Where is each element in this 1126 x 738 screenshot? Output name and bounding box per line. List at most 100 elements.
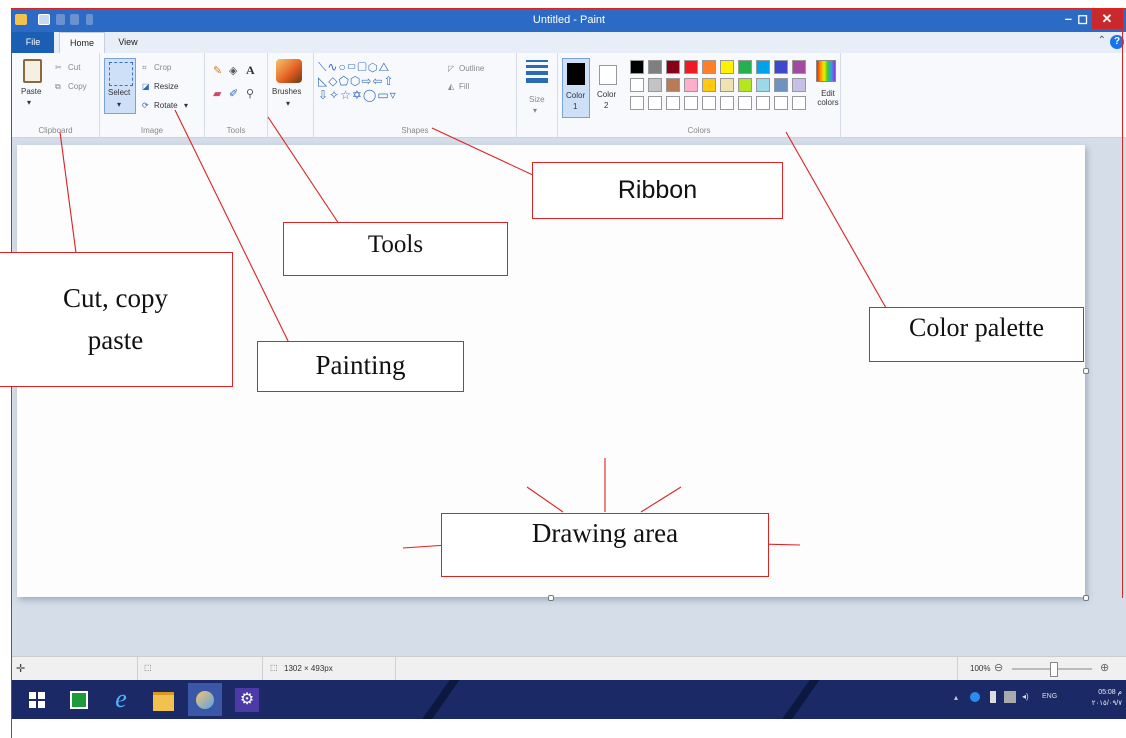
brushes-icon[interactable] <box>276 59 302 83</box>
file-explorer-icon[interactable] <box>146 683 180 716</box>
color-picker-icon[interactable]: ✐ <box>229 87 238 100</box>
palette-swatch[interactable] <box>684 60 698 74</box>
outline-button[interactable]: Outline <box>459 64 484 73</box>
crop-button[interactable]: Crop <box>154 63 171 72</box>
palette-swatch[interactable] <box>756 60 770 74</box>
rotate-dropdown-icon[interactable]: ▾ <box>184 101 188 110</box>
start-button[interactable] <box>20 683 54 716</box>
canvas-size-icon: ⬚ <box>270 663 278 672</box>
color2-button[interactable]: Color 2 <box>594 58 622 118</box>
rotate-button[interactable]: Rotate <box>154 101 178 110</box>
paste-dropdown-icon[interactable]: ▾ <box>27 98 31 107</box>
window-title: Untitled - Paint <box>532 14 606 26</box>
size-dropdown-icon[interactable]: ▾ <box>533 106 537 115</box>
palette-swatch[interactable] <box>720 60 734 74</box>
bluetooth-icon[interactable] <box>970 692 980 702</box>
cut-button[interactable]: Cut <box>68 63 80 72</box>
palette-swatch[interactable] <box>774 60 788 74</box>
canvas-resize-handle-right[interactable] <box>1083 368 1089 374</box>
paste-button[interactable]: Paste <box>21 87 41 96</box>
shapes-gallery[interactable]: ⟍∿○▭▢⬡△ ◺◇⬠⬡⇨⇦⇧ ⇩✧☆✡◯▭▿ <box>318 60 442 102</box>
size-button[interactable]: Size <box>529 95 545 104</box>
palette-swatch[interactable] <box>630 60 644 74</box>
minimize-button[interactable]: – <box>1065 11 1072 26</box>
edit-colors-icon[interactable] <box>816 60 836 82</box>
title-bar[interactable]: Untitled - Paint – ◻ ✕ <box>12 9 1126 32</box>
paste-icon[interactable] <box>23 59 42 83</box>
palette-swatch[interactable] <box>648 60 662 74</box>
resize-button[interactable]: Resize <box>154 82 178 91</box>
cursor-position-icon: ✛ <box>16 663 26 675</box>
pencil-icon[interactable]: ✎ <box>213 64 222 77</box>
tab-file[interactable]: File <box>12 32 54 53</box>
annotation-painting: Painting <box>257 341 464 392</box>
status-bar: ✛ ⬚ ⬚ 1302 × 493px 100% ⊖ ⊕ <box>12 656 1126 681</box>
color1-button[interactable]: Color 1 <box>562 58 590 118</box>
palette-swatch[interactable] <box>756 96 770 110</box>
palette-swatch[interactable] <box>630 78 644 92</box>
copy-button[interactable]: Copy <box>68 82 87 91</box>
zoom-in-icon[interactable]: ⊕ <box>1100 661 1109 674</box>
eraser-icon[interactable]: ▰ <box>213 87 221 100</box>
annotation-drawing-area: Drawing area <box>441 513 769 577</box>
select-button[interactable]: Select ▾ <box>104 58 136 114</box>
text-tool-icon[interactable]: A <box>246 63 255 78</box>
canvas-resize-handle-bottom[interactable] <box>548 595 554 601</box>
tab-view[interactable]: View <box>108 32 148 53</box>
palette-swatch[interactable] <box>738 96 752 110</box>
color-palette <box>630 60 810 114</box>
palette-swatch[interactable] <box>792 96 806 110</box>
settings-icon[interactable]: ⚙ <box>230 683 264 716</box>
palette-swatch[interactable] <box>702 60 716 74</box>
palette-swatch[interactable] <box>720 78 734 92</box>
zoom-out-icon[interactable]: ⊖ <box>994 661 1003 674</box>
brushes-button[interactable]: Brushes <box>272 87 301 96</box>
scissors-icon: ✂ <box>55 63 62 72</box>
palette-swatch[interactable] <box>756 78 770 92</box>
paint-taskbar-icon[interactable] <box>188 683 222 716</box>
palette-swatch[interactable] <box>630 96 644 110</box>
close-button[interactable]: ✕ <box>1092 9 1122 29</box>
palette-swatch[interactable] <box>738 78 752 92</box>
select-dropdown-icon: ▾ <box>117 100 122 109</box>
palette-swatch[interactable] <box>720 96 734 110</box>
battery-icon[interactable] <box>990 691 996 703</box>
palette-swatch[interactable] <box>774 96 788 110</box>
palette-swatch[interactable] <box>666 96 680 110</box>
image-group-label: Image <box>140 126 164 135</box>
palette-swatch[interactable] <box>684 78 698 92</box>
palette-swatch[interactable] <box>792 60 806 74</box>
volume-icon[interactable]: ◂) <box>1022 692 1029 701</box>
palette-swatch[interactable] <box>738 60 752 74</box>
canvas-resize-handle-corner[interactable] <box>1083 595 1089 601</box>
tab-home[interactable]: Home <box>59 32 105 54</box>
fill-bucket-icon[interactable]: ◈ <box>229 64 237 77</box>
palette-swatch[interactable] <box>648 96 662 110</box>
palette-swatch[interactable] <box>684 96 698 110</box>
collapse-ribbon-icon[interactable]: ⌃ <box>1098 35 1106 46</box>
clipboard-group: Paste ▾ ✂ Cut ⧉ Copy Clipboard <box>12 53 100 137</box>
ribbon: Paste ▾ ✂ Cut ⧉ Copy Clipboard Select ▾ … <box>12 53 1126 138</box>
palette-swatch[interactable] <box>648 78 662 92</box>
language-indicator[interactable]: ENG <box>1042 693 1057 700</box>
palette-swatch[interactable] <box>666 60 680 74</box>
zoom-slider-thumb[interactable] <box>1050 662 1058 677</box>
palette-swatch[interactable] <box>702 96 716 110</box>
size-icon[interactable] <box>526 60 548 83</box>
edit-colors-button[interactable]: Edit colors <box>816 89 840 107</box>
clock[interactable]: 05:08 م ٢٠١٥/٠٩/٧ <box>1080 687 1122 709</box>
color2-label: Color <box>597 90 617 99</box>
palette-swatch[interactable] <box>702 78 716 92</box>
magnifier-icon[interactable]: ⚲ <box>246 87 254 100</box>
palette-swatch[interactable] <box>792 78 806 92</box>
taskbar: e ⚙ ▴ ◂) ENG 05:08 م ٢٠١٥/٠٩/٧ <box>12 680 1126 719</box>
network-icon[interactable] <box>1004 691 1016 703</box>
fill-button[interactable]: Fill <box>459 82 469 91</box>
store-icon[interactable] <box>62 683 96 716</box>
palette-swatch[interactable] <box>774 78 788 92</box>
brushes-dropdown-icon[interactable]: ▾ <box>286 99 290 108</box>
tray-overflow-icon[interactable]: ▴ <box>954 693 958 702</box>
palette-swatch[interactable] <box>666 78 680 92</box>
internet-explorer-icon[interactable]: e <box>104 683 138 716</box>
maximize-button[interactable]: ◻ <box>1077 11 1088 27</box>
